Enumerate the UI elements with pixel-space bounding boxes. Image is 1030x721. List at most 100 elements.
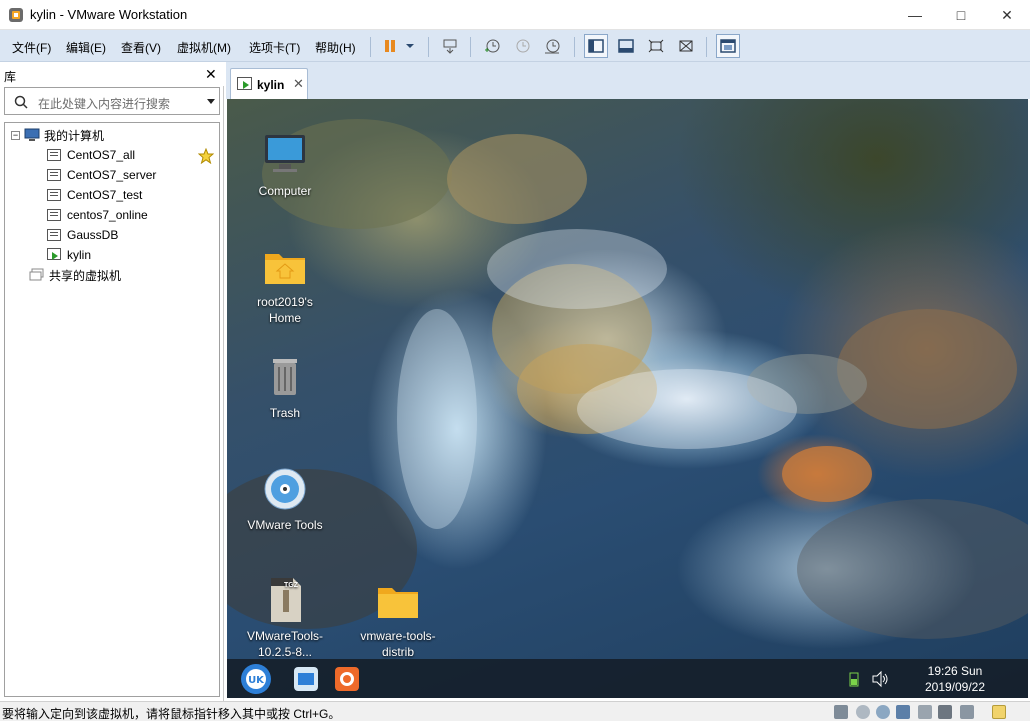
file-manager-icon[interactable] xyxy=(292,665,320,693)
desktop-icon-label: Computer xyxy=(258,184,312,198)
desktop-icon-computer[interactable]: Computer xyxy=(240,131,330,199)
tree-item-vm[interactable]: centos7_online xyxy=(47,205,148,225)
tree-label-shared: 共享的虚拟机 xyxy=(49,268,122,283)
tree-item-vm[interactable]: CentOS7_test xyxy=(47,185,142,205)
wallpaper-waterfall xyxy=(227,119,1028,639)
library-header: 库 ✕ xyxy=(0,62,224,86)
sound-card-icon[interactable] xyxy=(960,705,974,719)
full-screen-button[interactable] xyxy=(644,34,668,58)
clock-date[interactable]: 2019/09/22 xyxy=(917,680,993,694)
vm-label: GaussDB xyxy=(67,228,119,242)
power-dropdown[interactable] xyxy=(400,34,420,58)
library-search-input[interactable]: 在此处键入内容进行搜索 xyxy=(4,87,220,115)
library-close-icon[interactable]: ✕ xyxy=(205,66,217,83)
snapshot-take-button[interactable] xyxy=(480,34,504,58)
hard-disk-icon[interactable] xyxy=(834,705,848,719)
desktop-icon-folder[interactable]: vmware-tools-distrib xyxy=(353,576,443,660)
unity-icon xyxy=(679,40,693,52)
snapshot-manager-button[interactable] xyxy=(540,34,564,58)
cd-drive-icon[interactable] xyxy=(856,705,870,719)
vm-label: CentOS7_server xyxy=(67,168,157,182)
keyboard-send-icon xyxy=(443,39,457,54)
clock-manager-icon xyxy=(545,39,560,54)
menu-help[interactable]: 帮助(H) xyxy=(315,39,356,56)
chevron-down-icon[interactable] xyxy=(207,99,215,105)
vmware-app-icon xyxy=(9,8,23,22)
tree-node-shared-vms[interactable]: 共享的虚拟机 xyxy=(29,265,121,285)
tree-item-vm[interactable]: GaussDB xyxy=(47,225,118,245)
title-bar: kylin - VMware Workstation — □ ✕ xyxy=(0,0,1030,30)
vm-running-icon xyxy=(47,248,61,260)
tree-node-my-computer[interactable]: − 我的计算机 xyxy=(11,125,104,145)
maximize-button[interactable]: □ xyxy=(938,0,984,30)
toolbar-separator xyxy=(428,37,429,57)
clock-revert-icon xyxy=(516,39,530,53)
pause-icon xyxy=(385,40,395,52)
console-view-icon xyxy=(720,39,736,53)
thumbnail-bar-button[interactable] xyxy=(614,34,638,58)
search-placeholder: 在此处键入内容进行搜索 xyxy=(38,97,171,111)
volume-icon[interactable] xyxy=(871,670,889,688)
menu-view[interactable]: 查看(V) xyxy=(121,39,161,56)
svg-text:UK: UK xyxy=(248,675,265,686)
vm-running-icon xyxy=(237,77,252,90)
fullscreen-icon xyxy=(648,39,664,53)
battery-icon[interactable] xyxy=(849,671,859,687)
tgz-label: TGZ xyxy=(284,582,298,589)
vm-icon xyxy=(47,229,61,241)
vm-icon xyxy=(47,189,61,201)
printer-icon[interactable] xyxy=(938,705,952,719)
vm-guest-desktop[interactable]: Computer root2019's Home Trash VMware To… xyxy=(227,99,1028,698)
desktop-icon-trash[interactable]: Trash xyxy=(240,353,330,421)
vm-label: kylin xyxy=(67,248,92,262)
desktop-icon-label: root2019's Home xyxy=(257,295,313,325)
kylin-start-menu-icon[interactable]: UK xyxy=(239,662,273,696)
send-ctrl-alt-del-button[interactable] xyxy=(438,34,462,58)
star-favorite-icon[interactable] xyxy=(198,148,214,164)
console-view-button[interactable] xyxy=(716,34,740,58)
desktop-icon-tarball[interactable]: TGZ VMwareTools-10.2.5-8... xyxy=(240,576,330,660)
network-icon[interactable] xyxy=(876,705,890,719)
minimize-button[interactable]: — xyxy=(892,0,938,30)
tree-item-vm-active[interactable]: kylin xyxy=(47,245,91,265)
menu-vm[interactable]: 虚拟机(M) xyxy=(177,39,231,56)
snapshot-revert-button[interactable] xyxy=(510,34,534,58)
computer-icon xyxy=(24,128,40,141)
vm-icon xyxy=(47,149,61,161)
desktop-icon-home[interactable]: root2019's Home xyxy=(240,242,330,326)
tree-item-vm[interactable]: CentOS7_server xyxy=(47,165,156,185)
floppy-icon[interactable] xyxy=(896,705,910,719)
search-icon xyxy=(14,95,28,109)
pause-button[interactable] xyxy=(378,34,402,58)
collapse-toggle-icon[interactable]: − xyxy=(11,130,20,140)
vm-label: CentOS7_all xyxy=(67,148,136,162)
folder-icon xyxy=(378,588,418,618)
close-button[interactable]: ✕ xyxy=(984,0,1030,30)
toolbar-separator xyxy=(470,37,471,57)
vm-icon xyxy=(47,209,61,221)
library-panel: 库 ✕ 在此处键入内容进行搜索 − 我的计算机 CentOS7_all Cent… xyxy=(0,62,224,701)
vm-label: centos7_online xyxy=(67,208,148,222)
menu-edit[interactable]: 编辑(E) xyxy=(66,39,106,56)
menu-tabs[interactable]: 选项卡(T) xyxy=(249,39,300,56)
tree-item-vm[interactable]: CentOS7_all xyxy=(47,145,135,165)
show-library-button[interactable] xyxy=(584,34,608,58)
desktop-icon-vmware-tools[interactable]: VMware Tools xyxy=(240,465,330,533)
trash-icon xyxy=(273,359,297,395)
clock-time[interactable]: 19:26 Sun xyxy=(917,664,993,678)
tab-kylin[interactable]: kylin ✕ xyxy=(230,68,308,99)
vm-label: CentOS7_test xyxy=(67,188,143,202)
computer-icon xyxy=(265,135,305,172)
unity-mode-button[interactable] xyxy=(674,34,698,58)
usb-icon[interactable] xyxy=(918,705,932,719)
menu-file[interactable]: 文件(F) xyxy=(12,39,51,56)
home-folder-icon xyxy=(265,254,305,284)
thumbnail-view-icon xyxy=(618,39,634,53)
tab-close-icon[interactable]: ✕ xyxy=(293,76,304,92)
message-log-icon[interactable] xyxy=(992,705,1006,719)
firefox-browser-icon[interactable] xyxy=(333,665,361,693)
shared-vm-icon xyxy=(29,268,44,281)
library-view-icon xyxy=(588,39,604,53)
window-title: kylin - VMware Workstation xyxy=(30,7,188,22)
status-bar: 要将输入定向到该虚拟机，请将鼠标指针移入其中或按 Ctrl+G。 xyxy=(0,701,1030,721)
